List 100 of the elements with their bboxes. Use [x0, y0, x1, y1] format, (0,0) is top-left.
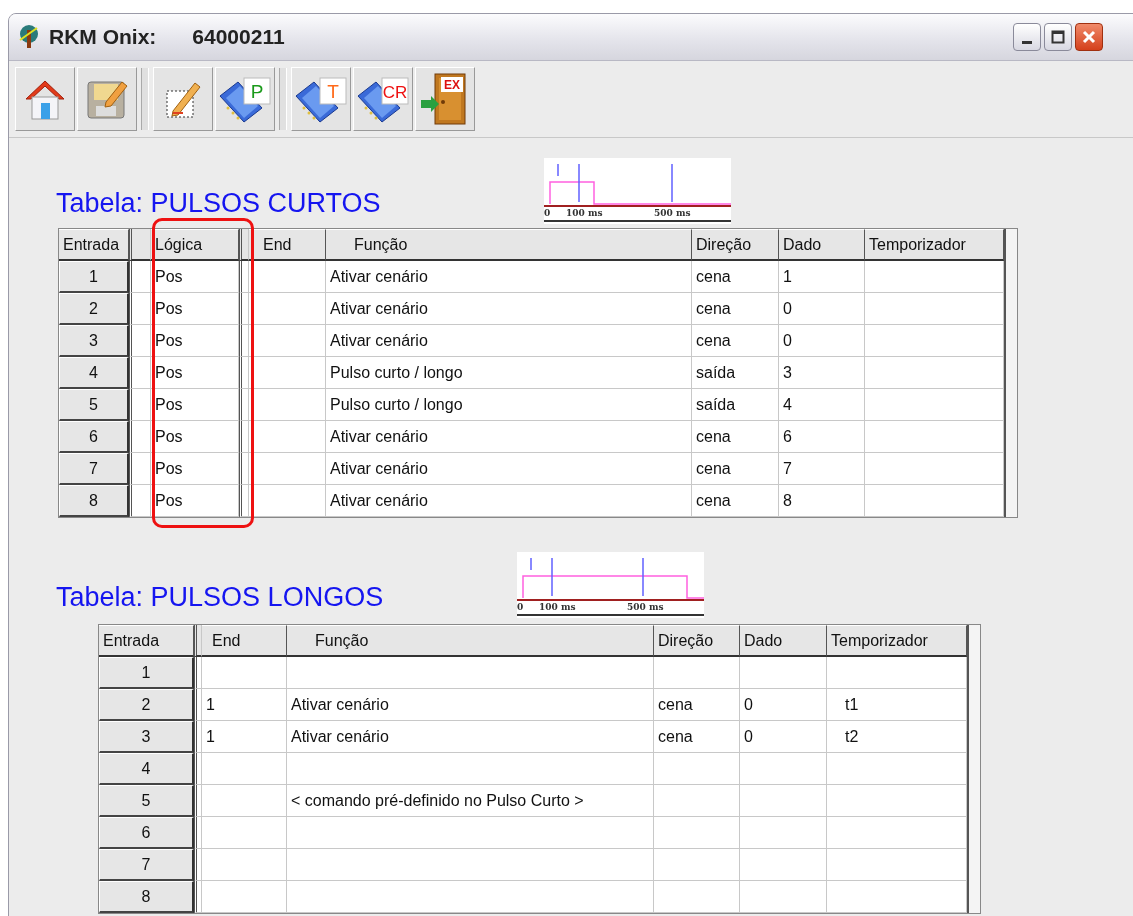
- column-header[interactable]: End: [202, 625, 287, 657]
- table-cell: 6: [779, 421, 865, 453]
- row-header[interactable]: 7: [99, 849, 194, 881]
- table-cell: < comando pré-definido no Pulso Curto >: [287, 785, 654, 817]
- toolbar-button[interactable]: [153, 67, 213, 131]
- table-cell: 1: [779, 261, 865, 293]
- table-cell: saída: [692, 357, 779, 389]
- toolbar-button[interactable]: P: [215, 67, 275, 131]
- table-cell: Ativar cenário: [287, 689, 654, 721]
- row-header[interactable]: 5: [59, 389, 129, 421]
- row-header[interactable]: 1: [99, 657, 194, 689]
- gutter-cell: [129, 229, 151, 261]
- column-header[interactable]: Entrada: [59, 229, 129, 261]
- table-cell: 0: [779, 325, 865, 357]
- table-cell: 0: [779, 293, 865, 325]
- toolbar-button[interactable]: [15, 67, 75, 131]
- axis-label: 500 ms: [654, 208, 691, 218]
- row-header[interactable]: 6: [59, 421, 129, 453]
- maximize-button[interactable]: [1044, 23, 1072, 51]
- gutter-cell: [239, 261, 249, 293]
- close-icon: [1082, 30, 1096, 44]
- column-header[interactable]: Dado: [740, 625, 827, 657]
- row-header[interactable]: 3: [99, 721, 194, 753]
- table-cell: cena: [654, 689, 740, 721]
- row-header[interactable]: 2: [99, 689, 194, 721]
- toolbar-separator: [141, 68, 149, 130]
- table-cell: Ativar cenário: [287, 721, 654, 753]
- axis-label: 0: [544, 208, 551, 218]
- table-cell: Pulso curto / longo: [326, 357, 692, 389]
- table-cell: cena: [692, 325, 779, 357]
- row-header[interactable]: 6: [99, 817, 194, 849]
- gutter-cell: [239, 357, 249, 389]
- column-header[interactable]: Entrada: [99, 625, 194, 657]
- table-cell: 1: [202, 721, 287, 753]
- row-header[interactable]: 8: [59, 485, 129, 517]
- scrollbar[interactable]: [967, 881, 980, 913]
- row-header[interactable]: 7: [59, 453, 129, 485]
- gutter-cell: [239, 293, 249, 325]
- table-cell: 4: [779, 389, 865, 421]
- close-button[interactable]: [1075, 23, 1103, 51]
- toolbar-button[interactable]: CR: [353, 67, 413, 131]
- table-cell: Ativar cenário: [326, 325, 692, 357]
- app-icon: [17, 24, 41, 50]
- row-header[interactable]: 4: [59, 357, 129, 389]
- table-cell: cena: [692, 421, 779, 453]
- row-header[interactable]: 8: [99, 881, 194, 913]
- minimize-icon: [1022, 40, 1032, 44]
- gutter-cell: [129, 357, 151, 389]
- column-header[interactable]: Temporizador: [827, 625, 967, 657]
- table-cell: Ativar cenário: [326, 261, 692, 293]
- table-cell: 0: [740, 689, 827, 721]
- gutter-cell: [129, 421, 151, 453]
- axis-label: 100 ms: [539, 602, 576, 612]
- column-header[interactable]: Temporizador: [865, 229, 1004, 261]
- table-title: Tabela: PULSOS CURTOS: [56, 188, 382, 219]
- table-title: Tabela: PULSOS LONGOS: [56, 582, 385, 613]
- gutter-cell: [129, 293, 151, 325]
- table-cell: Pulso curto / longo: [326, 389, 692, 421]
- axis-label: 100 ms: [566, 208, 603, 218]
- column-header[interactable]: Direção: [692, 229, 779, 261]
- gutter-cell: [239, 229, 249, 261]
- gutter-cell: [239, 389, 249, 421]
- table-cell: 7: [779, 453, 865, 485]
- column-header[interactable]: Lógica: [151, 229, 239, 261]
- gutter-cell: [129, 325, 151, 357]
- table-cell: Ativar cenário: [326, 485, 692, 517]
- scrollbar[interactable]: [1004, 485, 1017, 517]
- column-header[interactable]: Função: [326, 229, 692, 261]
- table-cell: 0: [740, 721, 827, 753]
- table-cell: 8: [779, 485, 865, 517]
- table-cell: cena: [654, 721, 740, 753]
- table-cell: cena: [692, 261, 779, 293]
- scrollbar[interactable]: [967, 625, 980, 657]
- table-cell: Ativar cenário: [326, 421, 692, 453]
- column-header[interactable]: Dado: [779, 229, 865, 261]
- column-header[interactable]: End: [249, 229, 326, 261]
- row-header[interactable]: 2: [59, 293, 129, 325]
- gutter-cell: [239, 325, 249, 357]
- column-header[interactable]: Função: [287, 625, 654, 657]
- table-cell: 3: [779, 357, 865, 389]
- gutter-cell: [129, 261, 151, 293]
- gutter-cell: [129, 453, 151, 485]
- table-cell: Ativar cenário: [326, 453, 692, 485]
- row-header[interactable]: 4: [99, 753, 194, 785]
- row-header[interactable]: 5: [99, 785, 194, 817]
- axis-label: 0: [517, 602, 524, 612]
- gutter-cell: [239, 453, 249, 485]
- gutter-cell: [129, 389, 151, 421]
- axis-label: 500 ms: [627, 602, 664, 612]
- table-cell: Ativar cenário: [326, 293, 692, 325]
- maximize-icon: [1051, 30, 1065, 44]
- toolbar-button[interactable]: [77, 67, 137, 131]
- scrollbar[interactable]: [1004, 229, 1017, 261]
- row-header[interactable]: 3: [59, 325, 129, 357]
- table-cell: cena: [692, 293, 779, 325]
- serial-number: 64000211: [192, 25, 285, 49]
- column-header[interactable]: Direção: [654, 625, 740, 657]
- table-cell: 1: [202, 689, 287, 721]
- row-header[interactable]: 1: [59, 261, 129, 293]
- minimize-button[interactable]: [1013, 23, 1041, 51]
